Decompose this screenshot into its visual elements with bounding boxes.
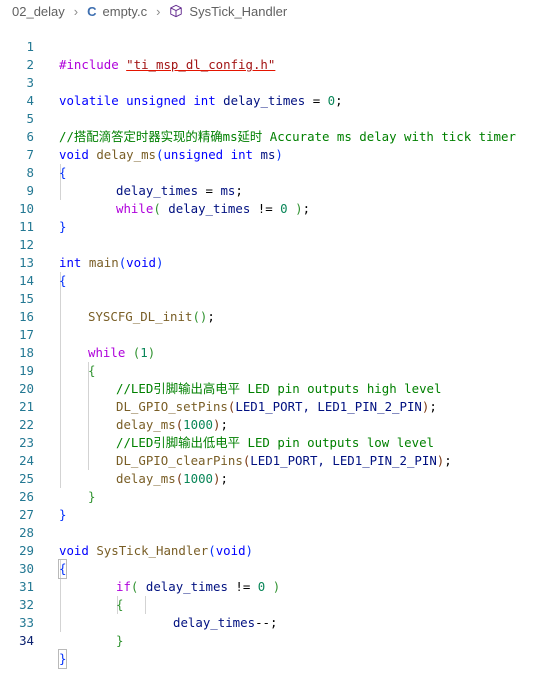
code-line: 16 [0,290,558,324]
code-line: 26 } [0,470,558,522]
code-line: 29 { [0,524,558,579]
code-line: 33 } [0,596,558,648]
code-line: 7 { [0,128,558,180]
code-line: 15 SYSCFG_DL_init(); [0,272,558,324]
code-line: 31 { [0,560,558,612]
breadcrumb-folder[interactable]: 02_delay [12,4,65,19]
code-line: 8 delay_times = ms; [0,146,558,198]
code-line: 27 [0,488,558,522]
code-line: 14 [0,254,558,288]
breadcrumb-symbol-label: SysTick_Handler [189,3,288,19]
code-line: 1 #include "ti_msp_dl_config.h" [0,20,558,72]
code-line: 9 while( delay_times != 0 ); [0,164,558,216]
code-line-active: 34 } [0,614,558,669]
code-line: 23 DL_GPIO_clearPins(LED1_PORT, LED1_PIN… [0,416,558,468]
code-line: 32 delay_times--; [0,578,558,630]
code-line: 5 //搭配滴答定时器实现的精确ms延时 Accurate ms delay w… [0,92,558,144]
code-line: 30 if( delay_times != 0 ) [0,542,558,594]
code-line: 6 void delay_ms(unsigned int ms) [0,110,558,162]
code-line: 4 [0,74,558,108]
code-line: 22 //LED引脚输出低电平 LED pin outputs low leve… [0,398,558,450]
code-line: 28 void SysTick_Handler(void) [0,506,558,558]
code-line: 3 volatile unsigned int delay_times = 0; [0,56,558,108]
c-file-icon: C [87,3,97,19]
chevron-right-icon: › [156,3,161,19]
breadcrumb-file-label: empty.c [102,3,148,19]
breadcrumb-file[interactable]: C empty.c [87,4,147,19]
line-number-active: 34 [19,633,34,648]
code-line: 10 } [0,182,558,234]
code-line: 12 int main(void) [0,218,558,270]
code-line: 25 } [0,452,558,504]
code-line: 24 delay_ms(1000); [0,434,558,486]
code-line: 19 //LED引脚输出高电平 LED pin outputs high lev… [0,344,558,396]
breadcrumb-symbol[interactable]: SysTick_Handler [169,4,287,19]
code-line: 18 { [0,326,558,378]
code-line: 13 { [0,236,558,288]
code-line: 11 [0,200,558,234]
cube-icon [170,4,183,18]
cursor-line-brace: } [57,649,68,669]
code-editor[interactable]: 1 #include "ti_msp_dl_config.h" 2 3 vola… [0,18,558,669]
chevron-right-icon: › [73,3,79,19]
code-line: 20 DL_GPIO_setPins(LED1_PORT, LED1_PIN_2… [0,362,558,414]
code-line: 21 delay_ms(1000); [0,380,558,432]
code-line: 2 [0,38,558,72]
code-line: 17 while (1) [0,308,558,360]
